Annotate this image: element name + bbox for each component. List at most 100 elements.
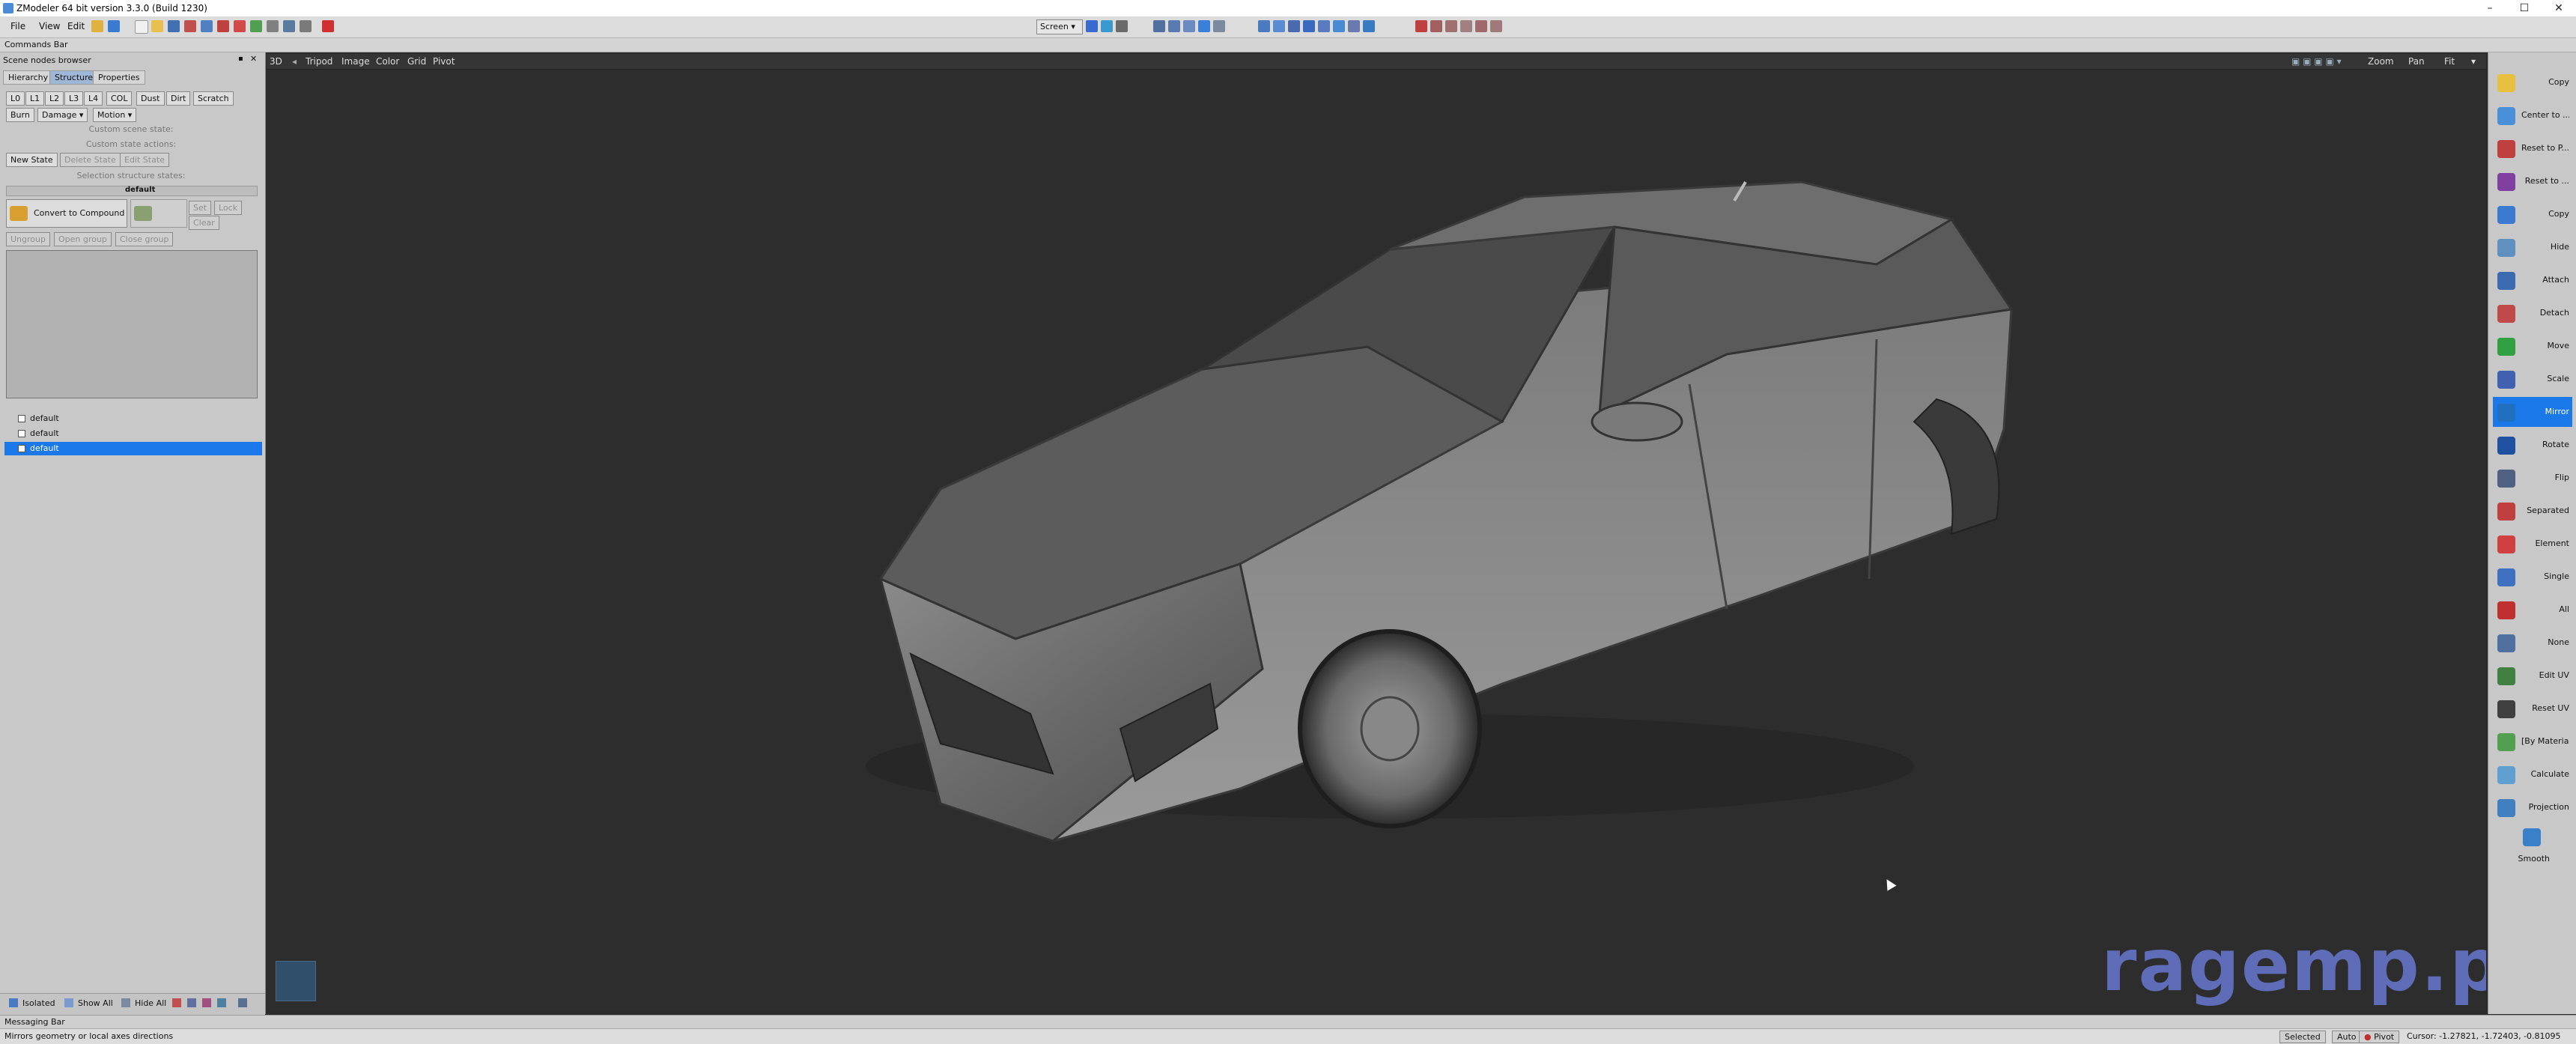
new-file-icon[interactable] (135, 20, 148, 34)
filter-icon-2[interactable] (187, 998, 196, 1007)
selected-toggle[interactable]: Selected (2279, 1031, 2326, 1043)
tab-properties[interactable]: Properties (93, 70, 145, 85)
filter-icon-5[interactable] (238, 998, 247, 1007)
tree-checkbox[interactable] (18, 415, 25, 422)
tool-element-button[interactable]: Element (2493, 529, 2572, 559)
coord-mode-select[interactable]: Screen ▾ (1036, 19, 1083, 34)
close-panel-icon[interactable]: ✕ (250, 54, 257, 64)
view-mode-icon-6[interactable] (1333, 20, 1345, 32)
lod-button-l1[interactable]: L1 (25, 91, 45, 106)
lod-button-l2[interactable]: L2 (45, 91, 64, 106)
stop-icon[interactable] (322, 20, 334, 32)
tab-hierarchy[interactable]: Hierarchy (3, 70, 54, 85)
menu-edit[interactable]: Edit (67, 21, 85, 31)
tool-select-none-button[interactable]: None (2493, 628, 2572, 658)
tool-reset-uv-button[interactable]: Reset UV (2493, 694, 2572, 723)
viewport-menu-color[interactable]: Color (376, 56, 399, 67)
delete-state-button[interactable]: Delete State (60, 153, 121, 167)
undo-icon[interactable] (184, 20, 196, 32)
maximize-button[interactable]: ☐ (2507, 0, 2542, 16)
menu-view[interactable]: View (39, 21, 60, 31)
options-icon[interactable] (283, 20, 295, 32)
3d-viewport[interactable]: ragemp.pro (267, 70, 2486, 1010)
tree-item[interactable]: default (4, 412, 262, 425)
viewport-fit[interactable]: Fit (2444, 56, 2455, 67)
state-button-scratch[interactable]: Scratch (193, 91, 234, 106)
tool-reset-to-pivot-button[interactable]: Reset to P... (2493, 133, 2572, 163)
pivot-toggle[interactable]: ● Pivot (2359, 1031, 2400, 1043)
hide-all-icon[interactable] (121, 998, 130, 1007)
lod-button-l3[interactable]: L3 (64, 91, 84, 106)
tool-flip-button[interactable]: Flip (2493, 463, 2572, 493)
delete-icon[interactable] (217, 20, 229, 32)
tool-copy-2-button[interactable]: Copy (2493, 199, 2572, 229)
viewport-zoom[interactable]: Zoom (2368, 56, 2394, 67)
view-mode-icon-3[interactable] (1288, 20, 1300, 32)
state-button-dust[interactable]: Dust (136, 91, 165, 106)
viewport-mode-3d[interactable]: 3D (270, 56, 282, 67)
viewport-menu-grid[interactable]: Grid (407, 56, 426, 67)
tool-by-material-button[interactable]: [By Material] (2493, 726, 2572, 756)
settings-icon[interactable] (300, 20, 312, 32)
redo-icon[interactable] (201, 20, 213, 32)
tool-center-to-button[interactable]: Center to ... (2493, 100, 2572, 130)
tree-item[interactable]: default (4, 427, 262, 440)
tool-edit-uv-button[interactable]: Edit UV (2493, 661, 2572, 691)
tool-smooth-button[interactable]: Smooth (2493, 825, 2572, 867)
view-mode-icon-1[interactable] (1258, 20, 1270, 32)
tool-separated-button[interactable]: Separated (2493, 496, 2572, 526)
isolated-label[interactable]: Isolated (22, 998, 55, 1008)
viewport-expand-icon[interactable]: ▾ (2471, 56, 2476, 67)
view-mode-icon-5[interactable] (1318, 20, 1330, 32)
element-mode-icon[interactable] (1213, 20, 1225, 32)
state-button-dirt[interactable]: Dirt (166, 91, 191, 106)
render-option-icon-1[interactable] (1430, 20, 1442, 32)
show-all-icon[interactable] (64, 998, 73, 1007)
tool-scale-button[interactable]: Scale (2493, 364, 2572, 394)
select-mode-icon[interactable] (1153, 20, 1165, 32)
close-group-button[interactable]: Close group (115, 232, 174, 246)
lod-button-col[interactable]: COL (106, 91, 133, 106)
isolate-icon[interactable] (9, 998, 18, 1007)
state-row[interactable]: default (6, 186, 258, 196)
tool-calculate-button[interactable]: Calculate (2493, 759, 2572, 789)
auto-toggle[interactable]: Auto (2332, 1031, 2362, 1043)
compound-options-button[interactable] (130, 199, 187, 228)
filter-icon-1[interactable] (172, 998, 181, 1007)
snap-icon[interactable] (91, 20, 103, 32)
axis-x-icon[interactable] (1086, 20, 1098, 32)
render-icon[interactable] (1415, 20, 1427, 32)
pin-icon[interactable]: ▪ (238, 55, 243, 63)
render-option-icon-4[interactable] (1475, 20, 1487, 32)
viewport-menu-pivot[interactable]: Pivot (433, 56, 455, 67)
copy-icon[interactable] (250, 20, 262, 32)
tool-move-button[interactable]: Move (2493, 331, 2572, 361)
tab-structure[interactable]: Structure (49, 70, 99, 85)
axis-gizmo[interactable] (276, 961, 316, 1001)
edge-mode-icon[interactable] (1183, 20, 1195, 32)
ungroup-button[interactable]: Ungroup (6, 232, 50, 246)
structure-list[interactable] (6, 250, 258, 398)
menu-file[interactable]: File (10, 21, 25, 31)
viewport-tool-icons[interactable]: ▣ ▣ ▣ ▣ ▾ (2291, 56, 2342, 67)
help-icon[interactable] (108, 20, 120, 32)
render-option-icon-2[interactable] (1445, 20, 1457, 32)
state-dropdown-damage[interactable]: Damage ▾ (37, 108, 88, 122)
tool-mirror-button[interactable]: Mirror (2493, 397, 2572, 427)
set-button[interactable]: Set (189, 201, 212, 215)
tool-single-button[interactable]: Single (2493, 562, 2572, 592)
paste-icon[interactable] (267, 20, 279, 32)
tool-reset-to-button[interactable]: Reset to ... (2493, 166, 2572, 196)
open-file-icon[interactable] (151, 20, 163, 32)
viewport-menu-image[interactable]: Image (341, 56, 370, 67)
new-state-button[interactable]: New State (6, 153, 58, 167)
filter-icon-3[interactable] (202, 998, 211, 1007)
viewport-arrow-icon[interactable]: ◂ (292, 56, 297, 67)
tree-item-selected[interactable]: default (4, 442, 262, 455)
tool-copy-button[interactable]: Copy (2493, 67, 2572, 97)
tool-attach-button[interactable]: Attach (2493, 265, 2572, 295)
vertex-mode-icon[interactable] (1168, 20, 1180, 32)
tree-checkbox[interactable] (18, 430, 25, 437)
tool-hide-button[interactable]: Hide (2493, 232, 2572, 262)
lod-button-l0[interactable]: L0 (6, 91, 25, 106)
